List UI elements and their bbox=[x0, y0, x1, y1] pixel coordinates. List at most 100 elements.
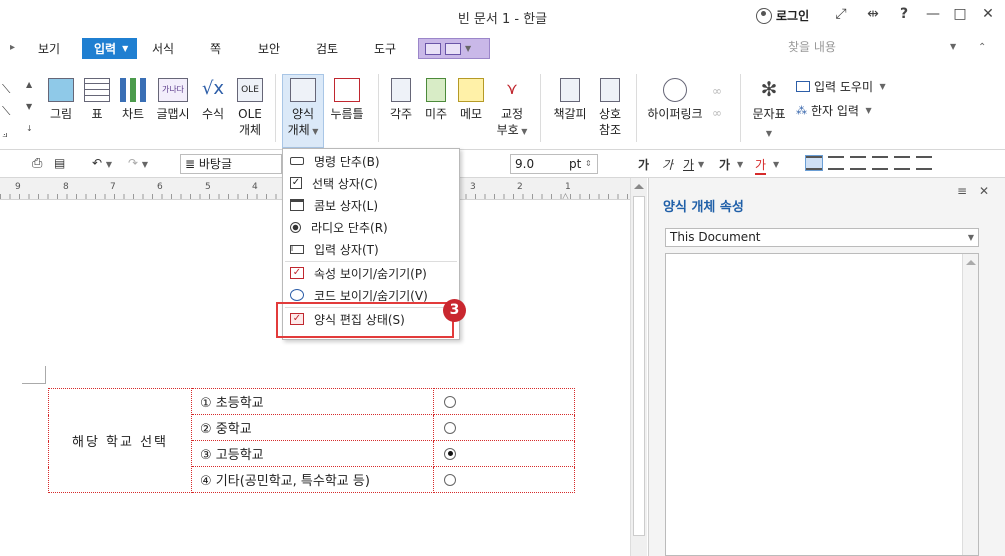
redo-icon[interactable]: ↷ ▼ bbox=[128, 156, 148, 170]
align-center-icon[interactable] bbox=[850, 156, 866, 170]
menu-command-button[interactable]: 명령 단추(B) bbox=[283, 150, 459, 172]
menu-checkbox[interactable]: ✓ 선택 상자(C) bbox=[283, 172, 459, 194]
login-label: 로그인 bbox=[776, 9, 810, 23]
help-button[interactable]: ? bbox=[893, 6, 915, 22]
symbol-icon: ✻ bbox=[760, 77, 778, 101]
panel-menu-icon[interactable]: ≡ bbox=[957, 184, 967, 198]
ribbon-proofread-button[interactable]: ⋎ 교정 부호 ▼ bbox=[496, 78, 528, 140]
align-right-icon[interactable] bbox=[872, 156, 888, 170]
menu-format[interactable]: 서식 bbox=[152, 40, 174, 57]
panel-close-icon[interactable]: ✕ bbox=[979, 184, 989, 198]
ribbon-scroll-icon[interactable]: ▲ ▼ ↓ bbox=[26, 74, 33, 140]
school-label-cell: 해당 학교 선택 bbox=[48, 388, 192, 493]
menu-input-dropdown-icon: ▼ bbox=[122, 44, 129, 53]
ribbon-picture-button[interactable]: 그림 bbox=[48, 78, 74, 122]
menu-security[interactable]: 보안 bbox=[258, 40, 280, 57]
scroll-up-icon[interactable] bbox=[634, 184, 644, 189]
ribbon-table-button[interactable]: 표 bbox=[84, 78, 110, 122]
collapse-ribbon-icon[interactable]: ⌃ bbox=[978, 42, 986, 53]
radio-elementary[interactable] bbox=[444, 395, 456, 408]
quick-tools-box[interactable]: ▼ bbox=[418, 38, 490, 59]
ribbon-picture-label: 그림 bbox=[49, 107, 73, 121]
undo-icon[interactable]: ↶ ▼ bbox=[92, 156, 112, 170]
font-color-button[interactable]: 가 bbox=[755, 156, 767, 175]
search-dropdown-icon[interactable]: ▼ bbox=[950, 42, 956, 51]
ribbon-memo-label: 메모 bbox=[459, 107, 483, 121]
object-select-value: This Document bbox=[670, 230, 761, 244]
ribbon-endnote-button[interactable]: 미주 bbox=[423, 78, 449, 122]
document-scrollbar[interactable] bbox=[630, 178, 647, 556]
ribbon-field-button[interactable]: 누름틀 bbox=[330, 78, 364, 122]
ribbon-bookmark-button[interactable]: 책갈피 bbox=[552, 78, 588, 122]
link-tools-icon[interactable]: ∞ ∞ bbox=[712, 80, 722, 124]
ribbon-symbol-button[interactable]: ✻ 문자표 ▼ bbox=[750, 78, 788, 142]
ribbon-crossref-button[interactable]: 상호 참조 bbox=[596, 78, 624, 138]
menu-review[interactable]: 검토 bbox=[316, 40, 338, 57]
bold-button[interactable]: 가 bbox=[638, 156, 649, 173]
menu-tools[interactable]: 도구 bbox=[374, 40, 396, 57]
menu-input-box[interactable]: I 입력 상자(T) bbox=[283, 238, 459, 260]
ruler-indent-marker-icon[interactable]: △ bbox=[562, 192, 569, 199]
ribbon-ole-button[interactable]: OLE OLE 개체 bbox=[236, 78, 264, 138]
properties-list[interactable] bbox=[665, 253, 979, 556]
maximize-icon[interactable]: □ bbox=[949, 6, 971, 22]
object-select[interactable]: This Document ▼ bbox=[665, 228, 979, 247]
style-icon bbox=[425, 42, 441, 55]
align-divide-icon[interactable] bbox=[916, 156, 932, 170]
search-input[interactable]: 찾을 내용 bbox=[782, 38, 962, 58]
strike-button[interactable]: 가 bbox=[719, 156, 730, 173]
align-distribute-icon[interactable] bbox=[894, 156, 910, 170]
menu-combo-box[interactable]: 콤보 상자(L) bbox=[283, 194, 459, 216]
ribbon-geulmapsi-button[interactable]: 가나다 글맵시 bbox=[155, 78, 191, 122]
ribbon-hyperlink-button[interactable]: 하이퍼링크 bbox=[646, 78, 704, 122]
hanja-input-label: 한자 입력 bbox=[811, 104, 859, 118]
radio-cell bbox=[433, 440, 575, 467]
align-left-icon[interactable] bbox=[828, 156, 844, 170]
menu-toggle-properties[interactable]: ✓ 속성 보이기/숨기기(P) bbox=[283, 262, 459, 284]
print-icon[interactable]: ⎙ bbox=[32, 156, 42, 171]
ribbon-hyperlink-label: 하이퍼링크 bbox=[647, 107, 703, 121]
italic-button[interactable]: 가 bbox=[662, 156, 673, 173]
ribbon-symbol-label: 문자표 bbox=[752, 107, 786, 121]
menu-input[interactable]: 입력 ▼ bbox=[82, 38, 137, 59]
format-bar: ⎙ ▤ ↶ ▼ ↷ ▼ ≣ 바탕글 9.0 pt ⇕ 가 가 가 ▼ 가 ▼ 가… bbox=[0, 150, 1005, 178]
radio-high[interactable] bbox=[444, 447, 456, 460]
strike-dropdown-icon[interactable]: ▼ bbox=[737, 156, 743, 170]
radio-button-icon bbox=[290, 221, 301, 233]
menu-chevron-icon[interactable]: ▸ bbox=[10, 42, 15, 53]
ribbon-equation-button[interactable]: √x 수식 bbox=[198, 78, 228, 122]
radio-middle[interactable] bbox=[444, 421, 456, 434]
title-bar: 빈 문서 1 - 한글 로그인 ⤢ ⇹ ? — □ ✕ bbox=[0, 0, 1005, 34]
menu-page[interactable]: 쪽 bbox=[210, 40, 221, 57]
ribbon-chart-label: 차트 bbox=[121, 107, 145, 121]
close-icon[interactable]: ✕ bbox=[977, 6, 999, 22]
radio-other[interactable] bbox=[444, 473, 456, 486]
resize-icon[interactable]: ⇹ bbox=[862, 6, 884, 22]
preview-icon[interactable]: ▤ bbox=[54, 156, 65, 170]
fullscreen-icon[interactable]: ⤢ bbox=[830, 6, 852, 22]
line-tools-icon[interactable]: ⟍ ⟍ ⟓ bbox=[2, 78, 10, 144]
style-select[interactable]: ≣ 바탕글 bbox=[180, 154, 282, 174]
font-size-field[interactable]: 9.0 pt ⇕ bbox=[510, 154, 598, 174]
code-icon bbox=[290, 289, 304, 301]
underline-dropdown-icon[interactable]: ▼ bbox=[698, 156, 704, 170]
table-icon bbox=[84, 78, 110, 102]
input-helper-button[interactable]: 입력 도우미 ▼ bbox=[796, 78, 886, 95]
menu-radio-button[interactable]: 라디오 단추(R) bbox=[283, 216, 459, 238]
properties-scrollbar[interactable] bbox=[962, 254, 978, 555]
font-color-dropdown-icon[interactable]: ▼ bbox=[773, 156, 779, 170]
hanja-input-button[interactable]: ⁂ 한자 입력 ▼ bbox=[796, 102, 872, 119]
minimize-icon[interactable]: — bbox=[922, 6, 944, 22]
style-select-value: 바탕글 bbox=[198, 157, 233, 171]
underline-button[interactable]: 가 bbox=[683, 156, 694, 173]
align-justify-icon[interactable] bbox=[805, 155, 823, 171]
menu-view[interactable]: 보기 bbox=[38, 40, 60, 57]
ribbon-chart-button[interactable]: 차트 bbox=[120, 78, 146, 122]
login-button[interactable]: 로그인 bbox=[756, 7, 809, 24]
scrollbar-thumb[interactable] bbox=[633, 196, 645, 536]
ribbon-equation-label: 수식 bbox=[201, 107, 225, 121]
ribbon-form-object-label-group[interactable]: 양식 개체 ▼ bbox=[284, 78, 322, 140]
properties-scroll-up-icon[interactable] bbox=[966, 260, 976, 265]
ribbon-memo-button[interactable]: 메모 bbox=[458, 78, 484, 122]
ribbon-footnote-button[interactable]: 각주 bbox=[388, 78, 414, 122]
